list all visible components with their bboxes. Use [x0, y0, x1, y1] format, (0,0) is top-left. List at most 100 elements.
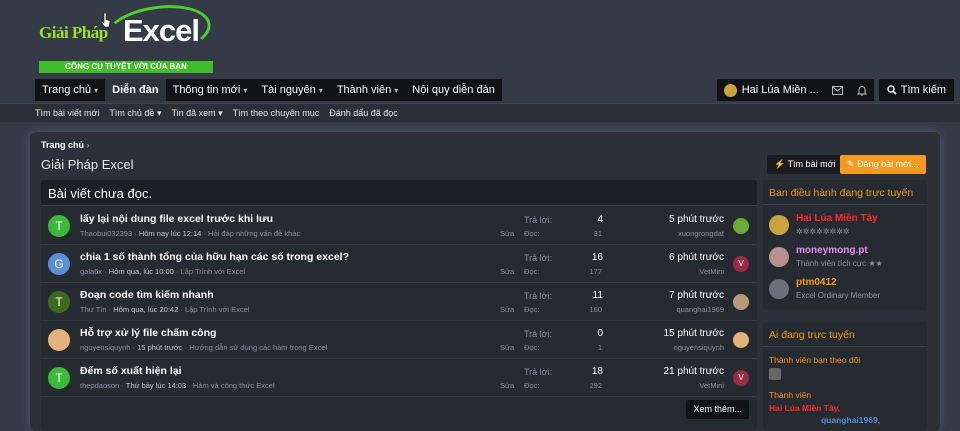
avatar[interactable] — [733, 332, 749, 348]
member-name[interactable]: moneymong.pt — [796, 245, 868, 256]
last-poster[interactable]: xuongrongdat — [678, 229, 724, 238]
tab-members[interactable]: Thành viên ▾ — [330, 79, 405, 101]
thread-row[interactable]: Tlấy lại nội dung file excel trước khi l… — [41, 207, 757, 245]
last-post-time[interactable]: 21 phút trước — [663, 366, 724, 377]
replies-label: Trả lời: — [524, 291, 553, 301]
online-member-link[interactable]: Hai Lúa Miền Tây, — [769, 403, 840, 413]
avatar[interactable] — [48, 329, 70, 351]
last-poster[interactable]: VetMini — [699, 381, 724, 390]
avatar[interactable]: V — [733, 370, 749, 386]
thread-date[interactable]: Hôm qua, lúc 20:42 — [113, 305, 178, 314]
tab-label: Nội quy diễn đàn — [412, 84, 495, 96]
tab-resources[interactable]: Tài nguyên ▾ — [254, 79, 329, 101]
views-count: 31 — [593, 229, 602, 238]
subnav-watched[interactable]: Tin đã xem ▾ — [171, 104, 222, 122]
thread-title[interactable]: lấy lại nội dung file excel trước khi lư… — [80, 213, 273, 225]
subnav-find-new-posts[interactable]: Tìm bài viết mới — [35, 104, 99, 122]
edit-link[interactable]: Sửa — [500, 305, 514, 314]
thread-author[interactable]: nguyensiquynh — [80, 343, 130, 352]
last-post-time[interactable]: 6 phút trước — [669, 252, 724, 263]
thread-date[interactable]: Thứ bảy lúc 14:03 — [126, 381, 186, 390]
last-post-time[interactable]: 7 phút trước — [669, 290, 724, 301]
chevron-down-icon[interactable]: ▾ — [243, 86, 247, 95]
thread-author[interactable]: Thư Tín — [80, 305, 107, 314]
search-button[interactable]: Tìm kiếm — [878, 79, 954, 101]
find-new-button[interactable]: ⚡ Tìm bài mới — [767, 155, 843, 174]
last-post-time[interactable]: 15 phút trước — [663, 328, 724, 339]
replies-count: 11 — [592, 290, 603, 301]
avatar[interactable] — [769, 368, 781, 380]
thread-author[interactable]: Thaobui032393 — [80, 229, 132, 238]
edit-link[interactable]: Sửa — [500, 267, 514, 276]
account-menu[interactable]: Hai Lúa Miền ... — [716, 79, 826, 101]
avatar[interactable] — [733, 218, 749, 234]
logo-text-left: Giải Pháp — [39, 23, 108, 42]
avatar[interactable] — [769, 279, 789, 299]
thread-row[interactable]: T Đoạn code tìm kiếm nhanh Thư Tín · Hôm q… — [41, 283, 757, 321]
last-poster[interactable]: nguyensiquynh — [674, 343, 724, 352]
tab-forums[interactable]: Diễn đàn — [105, 79, 166, 101]
online-member-link[interactable]: quanghai1969, — [821, 415, 880, 425]
chevron-down-icon[interactable]: ▾ — [394, 86, 398, 95]
thread-date[interactable]: Hôm qua, lúc 10:00 — [109, 267, 174, 276]
thread-title[interactable]: chia 1 số thành tổng của hữu hạn các số … — [80, 251, 349, 263]
thread-forum[interactable]: Lập Trình với Excel — [185, 305, 250, 314]
last-poster[interactable]: VetMini — [699, 267, 724, 276]
member-name[interactable]: Hai Lúa Miền Tây — [796, 213, 878, 224]
avatar[interactable]: T — [48, 215, 70, 237]
tab-whats-new[interactable]: Thông tin mới ▾ — [166, 79, 255, 101]
staff-member[interactable]: Hai Lúa Miền Tây ✲✲✲✲✲✲✲✲ — [769, 212, 923, 248]
member-name[interactable]: ptm0412 — [796, 277, 837, 288]
widget-title: Ai đang trực tuyến — [763, 322, 927, 347]
thread-date[interactable]: Hôm nay lúc 12:14 — [139, 229, 202, 238]
tab-label: Thông tin mới — [172, 84, 241, 96]
breadcrumb-home[interactable]: Trang chủ — [41, 140, 84, 150]
avatar[interactable]: T — [48, 291, 70, 313]
thread-author[interactable]: thepdaoson — [80, 381, 119, 390]
last-poster[interactable]: quanghai1969 — [676, 305, 724, 314]
staff-member[interactable]: ptm0412 Excel Ordinary Member — [769, 276, 923, 310]
subnav-mark-read[interactable]: Đánh dấu đã đọc — [329, 104, 398, 122]
thread-row[interactable]: Hỗ trợ xử lý file chấm công nguyensiquynh… — [41, 321, 757, 359]
views-label: Đọc: — [524, 305, 540, 314]
breadcrumb[interactable]: Trang chủ › — [41, 140, 90, 150]
last-post-time[interactable]: 5 phút trước — [669, 214, 724, 225]
see-more-button[interactable]: Xem thêm... — [686, 400, 749, 419]
thread-date[interactable]: 15 phút trước — [137, 343, 182, 352]
subnav-find-threads[interactable]: Tìm chủ đề ▾ — [109, 104, 161, 122]
account-username: Hai Lúa Miền ... — [741, 84, 819, 96]
avatar[interactable] — [769, 247, 789, 267]
avatar[interactable]: T — [48, 367, 70, 389]
thread-row[interactable]: T Đếm số xuất hiện lại thepdaoson · Thứ bả… — [41, 359, 757, 397]
thread-title[interactable]: Đoạn code tìm kiếm nhanh — [80, 289, 214, 301]
thread-forum[interactable]: Hàm và công thức Excel — [193, 381, 275, 390]
inbox-button[interactable] — [825, 79, 850, 101]
thread-row[interactable]: Gchia 1 số thành tổng của hữu hạn các số… — [41, 245, 757, 283]
chevron-down-icon[interactable]: ▾ — [94, 86, 98, 95]
avatar[interactable] — [733, 294, 749, 310]
staff-member[interactable]: moneymong.pt Thành viên tích cực ★★ — [769, 244, 923, 280]
thread-forum[interactable]: Lập Trình với Excel — [181, 267, 246, 276]
chevron-down-icon[interactable]: ▾ — [319, 86, 323, 95]
edit-link[interactable]: Sửa — [500, 381, 514, 390]
avatar[interactable]: G — [48, 253, 70, 275]
edit-link[interactable]: Sửa — [500, 229, 514, 238]
thread-meta: nguyensiquynh · 15 phút trước · Hướng dẫ… — [80, 343, 328, 352]
subnav-by-forum[interactable]: Tìm theo chuyên mục — [233, 104, 320, 122]
avatar[interactable]: V — [733, 256, 749, 272]
thread-author[interactable]: gala6x — [80, 267, 102, 276]
tab-rules[interactable]: Nội quy diễn đàn — [405, 79, 502, 101]
tab-home[interactable]: Trang chủ ▾ — [35, 79, 105, 101]
thread-title[interactable]: Đếm số xuất hiện lại — [80, 365, 182, 377]
avatar[interactable] — [769, 215, 789, 235]
edit-link[interactable]: Sửa — [500, 343, 514, 352]
tab-label: Trang chủ — [42, 84, 92, 96]
staff-online-widget: Ban điều hành đang trực tuyến Hai Lúa Mi… — [763, 180, 927, 310]
thread-forum[interactable]: Hướng dẫn sử dụng các hàm trong Excel — [189, 343, 327, 352]
site-logo[interactable]: Giải Pháp Excel CÔNG CỤ TUYỆT VỜI CỦA BẠ… — [37, 0, 215, 73]
post-new-button[interactable]: ✎ Đăng bài mới... — [840, 155, 926, 174]
thread-forum[interactable]: Hỏi đáp những vấn đề khác — [208, 229, 300, 238]
alerts-button[interactable] — [849, 79, 874, 101]
thread-title[interactable]: Hỗ trợ xử lý file chấm công — [80, 327, 216, 339]
replies-label: Trả lời: — [524, 253, 553, 263]
